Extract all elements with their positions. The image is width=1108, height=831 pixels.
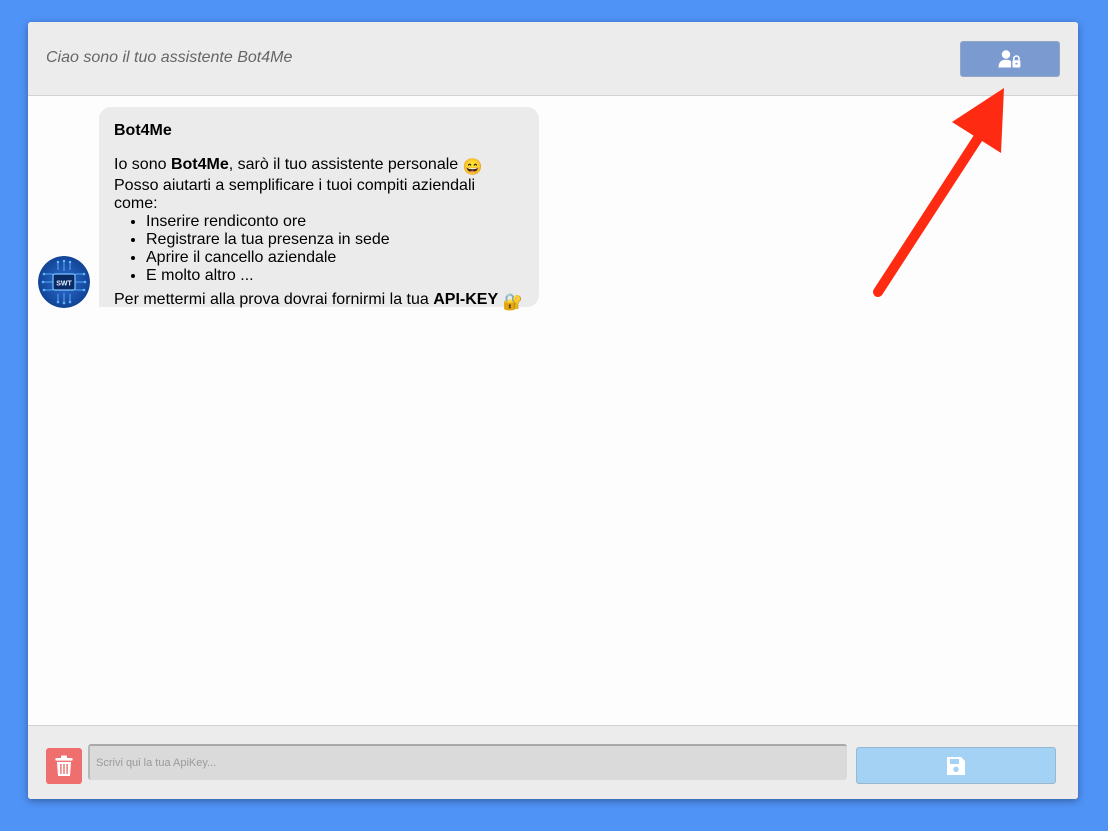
message-subtitle: Posso aiutarti a semplificare i tuoi com… xyxy=(114,177,476,212)
bot-name-bold: Bot4Me xyxy=(170,156,229,173)
svg-text:SWT: SWT xyxy=(56,281,72,288)
floppy-disk-icon xyxy=(947,756,965,775)
chat-window: Ciao sono il tuo assistente Bot4Me SWT B… xyxy=(28,22,1078,799)
message-intro: Io sono Bot4Me, sarò il tuo assistente p… xyxy=(114,156,483,176)
bot-avatar: SWT xyxy=(38,256,90,308)
message-outro: Per mettermi alla prova dovrai fornirmi … xyxy=(114,291,523,311)
list-item: Registrare la tua presenza in sede xyxy=(146,231,523,249)
bot-message-bubble: Bot4Me Io sono Bot4Me, sarò il tuo assis… xyxy=(99,107,539,311)
user-lock-icon xyxy=(998,50,1021,68)
message-sender: Bot4Me xyxy=(114,122,172,139)
locked-with-key-emoji-icon: 🔐 xyxy=(502,294,523,311)
list-item: E molto altro ... xyxy=(146,267,523,285)
clear-button[interactable] xyxy=(46,748,82,784)
header-title: Ciao sono il tuo assistente Bot4Me xyxy=(46,49,293,66)
api-key-bold: API-KEY xyxy=(433,291,499,308)
list-item: Aprire il cancello aziendale xyxy=(146,249,523,267)
trash-icon xyxy=(55,755,73,776)
chat-header: Ciao sono il tuo assistente Bot4Me xyxy=(28,22,1078,96)
list-item: Inserire rendiconto ore xyxy=(146,213,523,231)
grinning-face-emoji-icon: 😄 xyxy=(462,159,483,176)
message-list: SWT Bot4Me Io sono Bot4Me, sarò il tuo a… xyxy=(28,96,1078,725)
save-button[interactable] xyxy=(856,747,1056,784)
input-bar xyxy=(28,725,1078,799)
api-key-input[interactable] xyxy=(88,744,847,780)
api-key-auth-button[interactable] xyxy=(960,41,1060,77)
feature-list: Inserire rendiconto ore Registrare la tu… xyxy=(114,213,523,285)
